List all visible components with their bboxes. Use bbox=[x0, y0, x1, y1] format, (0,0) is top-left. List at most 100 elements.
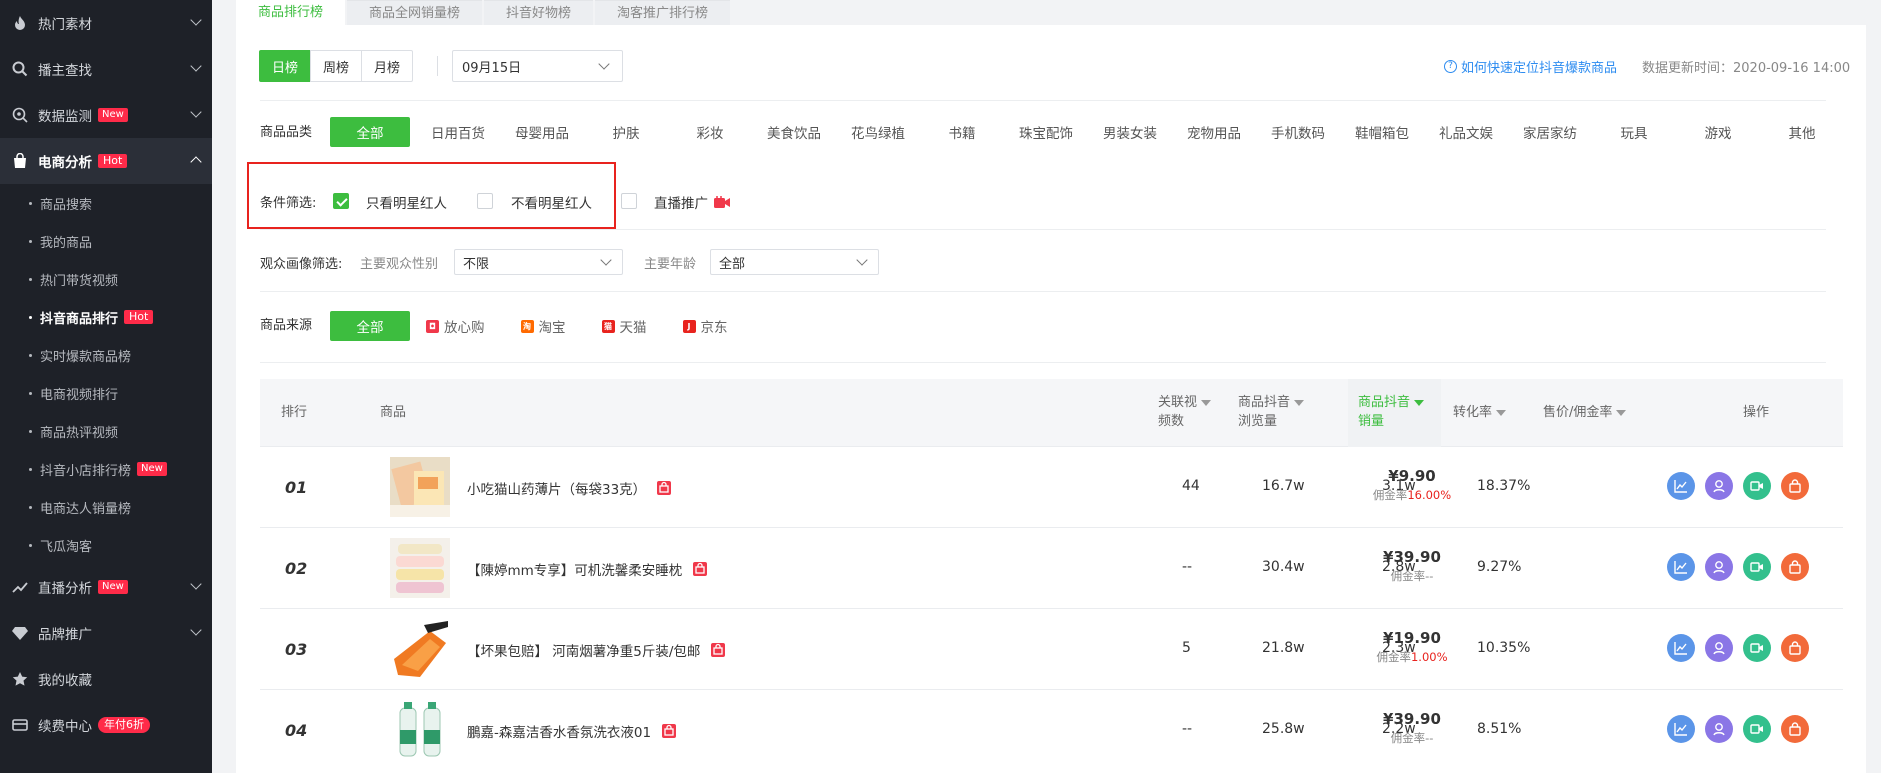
gender-select[interactable]: 不限 bbox=[454, 249, 623, 275]
video-button[interactable] bbox=[1743, 472, 1771, 500]
nav-favorites[interactable]: 我的收藏 bbox=[0, 656, 212, 702]
th-conversion[interactable]: 转化率 bbox=[1453, 403, 1507, 422]
category-item[interactable]: 男装女装 bbox=[1088, 117, 1172, 147]
category-label: 商品品类 bbox=[260, 125, 313, 140]
category-item[interactable]: 珠宝配饰 bbox=[1004, 117, 1088, 147]
discount-badge: 年付6折 bbox=[98, 717, 150, 733]
videos-count: 5 bbox=[1182, 640, 1191, 656]
category-item[interactable]: 家居家纺 bbox=[1508, 117, 1592, 147]
nav-live-analysis[interactable]: 直播分析 New bbox=[0, 564, 212, 610]
product-name[interactable]: 【陳婷mm专享】可机洗馨柔安睡枕 bbox=[467, 559, 708, 579]
product-thumbnail[interactable] bbox=[390, 457, 450, 517]
source-all[interactable]: 全部 bbox=[330, 311, 410, 341]
video-button[interactable] bbox=[1743, 553, 1771, 581]
category-item[interactable]: 彩妆 bbox=[668, 117, 752, 147]
subnav-influencer-sales[interactable]: 电商达人销量榜 bbox=[0, 488, 212, 526]
video-button[interactable] bbox=[1743, 634, 1771, 662]
category-item[interactable]: 其他 bbox=[1760, 117, 1844, 147]
category-item[interactable]: 花鸟绿植 bbox=[836, 117, 920, 147]
shopping-bag-icon bbox=[12, 153, 28, 169]
th-videos-line1: 关联视 bbox=[1158, 395, 1198, 410]
source-fangxingou[interactable]: ◘ 放心购 bbox=[426, 316, 485, 336]
subnav-feigua-taoke[interactable]: 飞瓜淘客 bbox=[0, 526, 212, 564]
weekly-button[interactable]: 周榜 bbox=[310, 50, 362, 82]
category-item[interactable]: 玩具 bbox=[1592, 117, 1676, 147]
subnav-realtime-hot[interactable]: 实时爆款商品榜 bbox=[0, 336, 212, 374]
product-thumbnail[interactable] bbox=[390, 700, 450, 760]
commission-rate: 1.00% bbox=[1410, 650, 1448, 664]
category-item[interactable]: 护肤 bbox=[584, 117, 668, 147]
category-item[interactable]: 游戏 bbox=[1676, 117, 1760, 147]
subnav-video-rank[interactable]: 电商视频排行 bbox=[0, 374, 212, 412]
category-item[interactable]: 日用百货 bbox=[416, 117, 500, 147]
category-all[interactable]: 全部 bbox=[330, 117, 410, 147]
nav-streamer-search[interactable]: 播主查找 bbox=[0, 46, 212, 92]
influencer-button[interactable] bbox=[1705, 553, 1733, 581]
shop-button[interactable] bbox=[1781, 715, 1809, 743]
nav-brand-promotion[interactable]: 品牌推广 bbox=[0, 610, 212, 656]
source-jd[interactable]: J 京东 bbox=[682, 316, 728, 336]
category-item[interactable]: 宠物用品 bbox=[1172, 117, 1256, 147]
video-button[interactable] bbox=[1743, 715, 1771, 743]
category-item[interactable]: 礼品文娱 bbox=[1424, 117, 1508, 147]
live-promotion-checkbox[interactable] bbox=[621, 193, 637, 209]
shop-button[interactable] bbox=[1781, 634, 1809, 662]
influencer-button[interactable] bbox=[1705, 634, 1733, 662]
product-thumbnail[interactable] bbox=[390, 538, 450, 598]
date-select[interactable]: 09月15日 bbox=[452, 50, 623, 82]
category-item[interactable]: 手机数码 bbox=[1256, 117, 1340, 147]
tab-network-sales[interactable]: 商品全网销量榜 bbox=[347, 0, 483, 25]
product-thumbnail[interactable] bbox=[390, 619, 450, 679]
th-videos-line2: 频数 bbox=[1158, 414, 1185, 429]
nav-renewal-center[interactable]: 续费中心 年付6折 bbox=[0, 702, 212, 748]
source-taobao[interactable]: 淘 淘宝 bbox=[520, 316, 566, 336]
th-sales[interactable]: 商品抖音 销量 bbox=[1358, 393, 1425, 431]
bullet-icon bbox=[29, 239, 32, 243]
subnav-hot-videos[interactable]: 热门带货视频 bbox=[0, 260, 212, 298]
tab-taoke-promotion[interactable]: 淘客推广排行榜 bbox=[595, 0, 731, 25]
source-tmall[interactable]: 猫 天猫 bbox=[601, 316, 647, 336]
table-row: 02 【陳婷mm专享】可机洗馨柔安睡枕 -- 30.4w 2.8w 9.27% … bbox=[260, 528, 1843, 609]
conditions-label: 条件筛选: bbox=[260, 196, 317, 211]
exclude-stars-label[interactable]: 不看明星红人 bbox=[511, 192, 592, 212]
help-link-text: 如何快速定位抖音爆款商品 bbox=[1461, 61, 1618, 76]
fire-icon bbox=[12, 15, 28, 31]
tab-product-ranking[interactable]: 商品排行榜 bbox=[236, 0, 346, 25]
only-stars-checkbox[interactable] bbox=[333, 193, 349, 209]
shop-button[interactable] bbox=[1781, 472, 1809, 500]
category-item[interactable]: 美食饮品 bbox=[752, 117, 836, 147]
only-stars-label[interactable]: 只看明星红人 bbox=[366, 192, 447, 212]
influencer-button[interactable] bbox=[1705, 472, 1733, 500]
nav-hot-materials[interactable]: 热门素材 bbox=[0, 0, 212, 46]
category-item[interactable]: 母婴用品 bbox=[500, 117, 584, 147]
live-promotion-label[interactable]: 直播推广 bbox=[654, 192, 708, 212]
th-price[interactable]: 售价/佣金率 bbox=[1543, 403, 1627, 422]
subnav-my-products[interactable]: 我的商品 bbox=[0, 222, 212, 260]
th-views-line2: 浏览量 bbox=[1238, 414, 1278, 429]
shop-button[interactable] bbox=[1781, 553, 1809, 581]
trend-chart-button[interactable] bbox=[1667, 715, 1695, 743]
category-item[interactable]: 书籍 bbox=[920, 117, 1004, 147]
trend-chart-button[interactable] bbox=[1667, 634, 1695, 662]
tab-douyin-goods[interactable]: 抖音好物榜 bbox=[484, 0, 594, 25]
th-views[interactable]: 商品抖音 浏览量 bbox=[1238, 393, 1305, 431]
subnav-review-videos[interactable]: 商品热评视频 bbox=[0, 412, 212, 450]
nav-data-monitor[interactable]: 数据监测 New bbox=[0, 92, 212, 138]
trend-chart-button[interactable] bbox=[1667, 553, 1695, 581]
category-item[interactable]: 鞋帽箱包 bbox=[1340, 117, 1424, 147]
trend-chart-button[interactable] bbox=[1667, 472, 1695, 500]
subnav-product-search[interactable]: 商品搜索 bbox=[0, 184, 212, 222]
monthly-button[interactable]: 月榜 bbox=[361, 50, 413, 82]
product-name[interactable]: 鵬嘉-森嘉洁香水香氛洗衣液01 bbox=[467, 721, 677, 741]
age-select[interactable]: 全部 bbox=[710, 249, 879, 275]
subnav-douyin-product-rank[interactable]: 抖音商品排行 Hot bbox=[0, 298, 212, 336]
daily-button[interactable]: 日榜 bbox=[259, 50, 311, 82]
product-name[interactable]: 【坏果包赔】 河南烟薯净重5斤装/包邮 bbox=[467, 640, 726, 660]
nav-ecommerce-analysis[interactable]: 电商分析 Hot bbox=[0, 138, 212, 184]
help-link[interactable]: ? 如何快速定位抖音爆款商品 bbox=[1444, 57, 1617, 76]
exclude-stars-checkbox[interactable] bbox=[477, 193, 493, 209]
th-videos[interactable]: 关联视 频数 bbox=[1158, 393, 1212, 431]
subnav-shop-rank[interactable]: 抖音小店排行榜 New bbox=[0, 450, 212, 488]
influencer-button[interactable] bbox=[1705, 715, 1733, 743]
product-name[interactable]: 小吃猫山药薄片（每袋33克） bbox=[467, 478, 672, 498]
